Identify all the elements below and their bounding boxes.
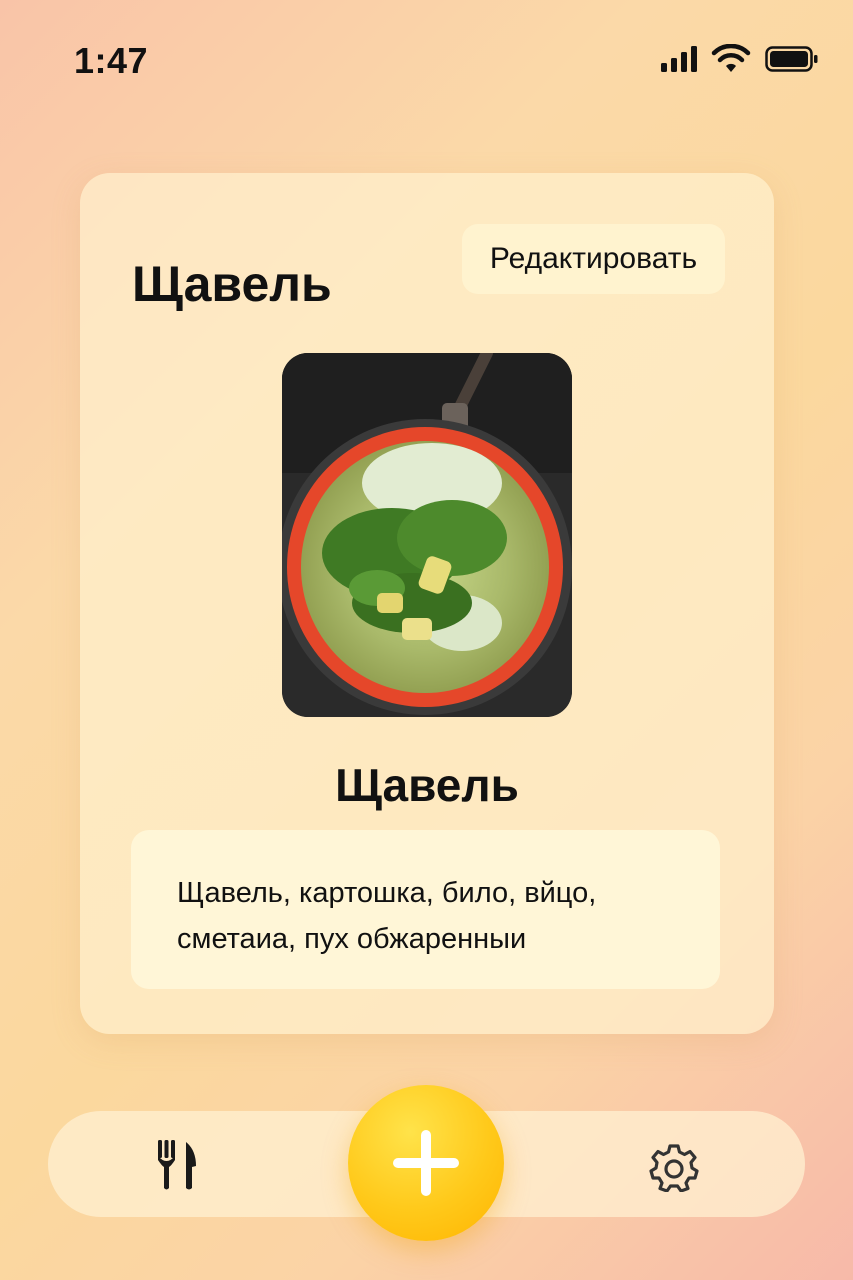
soup-pan-photo: [282, 353, 572, 717]
plus-icon: [393, 1130, 459, 1196]
tab-settings[interactable]: [646, 1139, 702, 1195]
tab-recipes[interactable]: [148, 1139, 208, 1191]
gear-icon: [649, 1144, 699, 1192]
card-title: Щавель: [132, 256, 332, 312]
status-time: 1:47: [74, 40, 149, 81]
fork-knife-icon: [158, 1140, 196, 1190]
ingredients-box: Щавель, картошка, било, вйцо, сметаиа, п…: [131, 830, 720, 989]
wifi-icon: [711, 44, 751, 72]
edit-button[interactable]: Редактировать: [462, 224, 725, 294]
status-icons: [661, 44, 819, 74]
battery-icon: [765, 46, 818, 72]
recipe-card: Редактировать Щавель Щавель Щавель, карт…: [80, 173, 774, 1034]
add-button[interactable]: [348, 1085, 504, 1241]
cellular-signal-icon: [661, 46, 697, 72]
dish-name: Щавель: [335, 759, 519, 811]
ingredients-text: Щавель, картошка, било, вйцо, сметаиа, п…: [177, 877, 597, 955]
status-bar: 1:47: [0, 0, 853, 120]
